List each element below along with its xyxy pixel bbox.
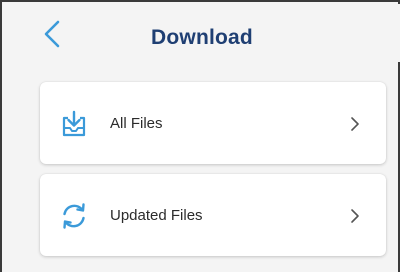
header: Download [4,4,400,62]
list-item-label: Updated Files [110,207,203,224]
list-item-updated-files[interactable]: Updated Files [40,174,386,256]
sync-icon [58,200,90,232]
chevron-right-icon [351,117,359,131]
download-tray-icon [58,108,90,140]
page-title: Download [151,26,253,49]
chevron-right-icon [351,209,359,223]
list-item-label: All Files [110,115,163,132]
screen-frame: Download All Files Updated Files [0,0,400,272]
list-item-all-files[interactable]: All Files [40,82,386,164]
